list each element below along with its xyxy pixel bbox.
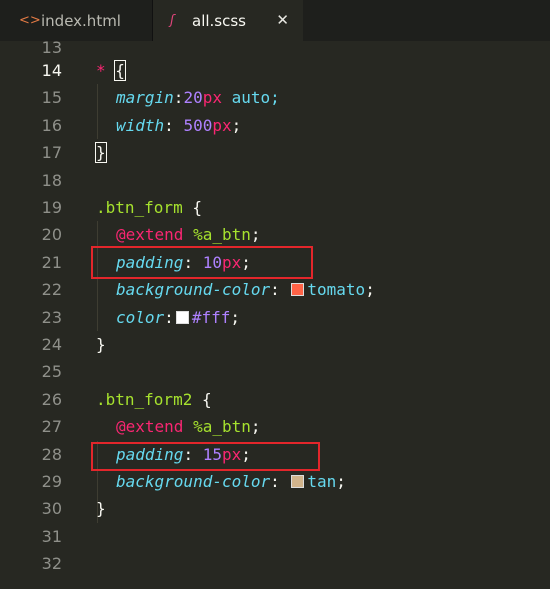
- line-number: 18: [41, 170, 62, 190]
- property-name: margin: [116, 88, 174, 108]
- class-selector: .btn_form2: [96, 389, 193, 409]
- close-brace: }: [96, 499, 106, 519]
- code-line-20: @extend %a_btn;: [116, 221, 261, 248]
- number: 20: [183, 88, 203, 108]
- unit: px: [202, 88, 222, 108]
- line-number: 32: [41, 554, 62, 574]
- line-number: 29: [41, 472, 62, 491]
- code-line-23: color: #fff;: [116, 304, 240, 331]
- code-line-15: margin:20px auto;: [116, 84, 280, 111]
- semicolon: ;: [336, 472, 346, 491]
- placeholder-selector: %a_btn: [183, 225, 251, 245]
- indent-guide: [97, 84, 98, 140]
- tab-all-scss[interactable]: ʃ all.scss ✕: [153, 0, 303, 41]
- code-line-26: .btn_form2 {: [96, 386, 212, 413]
- code-line-17: }: [95, 139, 107, 166]
- line-number: 27: [41, 417, 62, 437]
- line-number: 25: [41, 362, 62, 382]
- colon: :: [164, 115, 184, 135]
- at-rule: @extend: [116, 417, 184, 437]
- color-swatch-tomato: [291, 283, 305, 297]
- semicolon: ;: [231, 115, 242, 135]
- html-file-icon: <>: [19, 13, 41, 28]
- open-brace-cursor: {: [114, 60, 126, 81]
- colon: :: [270, 280, 290, 300]
- color-value: tomato: [307, 280, 366, 300]
- tab-bar: <> index.html ʃ all.scss ✕: [0, 0, 550, 41]
- colon: :: [173, 88, 184, 108]
- line-number: 17: [41, 143, 62, 163]
- sass-file-icon: ʃ: [170, 13, 175, 28]
- semicolon: ;: [250, 225, 261, 245]
- line-number: 28: [41, 444, 62, 464]
- code-editor[interactable]: 13 14 15 16 17 18 19 20 21 22 23 24 25 2…: [0, 38, 550, 589]
- line-number: 26: [41, 389, 62, 409]
- color-value: tan: [307, 472, 337, 491]
- line-number: 15: [41, 88, 62, 108]
- code-line-19: .btn_form {: [96, 194, 202, 221]
- colon: :: [164, 307, 174, 327]
- property-name: background-color: [116, 280, 271, 300]
- code-line-30: }: [96, 495, 106, 522]
- property-name: width: [116, 115, 165, 135]
- code-line-22: background-color: tomato;: [116, 276, 375, 303]
- line-number: 31: [41, 526, 62, 546]
- line-number: 30: [41, 499, 62, 519]
- line-number: 23: [41, 307, 62, 327]
- value-keyword: auto;: [221, 88, 280, 108]
- tab-label: all.scss: [192, 11, 246, 30]
- open-brace: {: [182, 198, 202, 217]
- color-swatch-white: [175, 310, 189, 324]
- color-swatch-tan: [291, 475, 305, 488]
- tab-label: index.html: [41, 11, 121, 30]
- unit: px: [212, 115, 232, 135]
- code-line-14: * {: [96, 57, 126, 84]
- property-name: color: [116, 307, 165, 327]
- line-number: 19: [41, 198, 62, 217]
- number: 500: [183, 115, 213, 135]
- property-name: background-color: [116, 472, 271, 491]
- class-selector: .btn_form: [96, 198, 183, 217]
- highlight-box-padding-15: [91, 442, 320, 471]
- line-number: 16: [41, 115, 62, 135]
- semicolon: ;: [365, 280, 375, 300]
- color-value: #fff: [191, 307, 231, 327]
- semicolon: ;: [230, 307, 240, 327]
- highlight-box-padding-10: [91, 246, 313, 279]
- placeholder-selector: %a_btn: [183, 417, 251, 437]
- close-brace-match: }: [95, 142, 107, 164]
- semicolon: ;: [250, 417, 261, 437]
- colon: :: [270, 472, 290, 491]
- close-brace: }: [96, 335, 106, 354]
- code-line-27: @extend %a_btn;: [116, 413, 261, 440]
- close-tab-icon[interactable]: ✕: [276, 11, 289, 29]
- line-number: 20: [41, 225, 62, 245]
- at-rule: @extend: [116, 225, 184, 245]
- line-number: 24: [41, 335, 62, 354]
- code-line-24: }: [96, 331, 106, 358]
- line-number: 22: [41, 280, 62, 300]
- open-brace: {: [192, 389, 212, 409]
- universal-selector: *: [96, 61, 106, 80]
- line-number: 21: [41, 252, 62, 272]
- code-line-16: width: 500px;: [116, 112, 241, 139]
- line-number-active: 14: [41, 61, 62, 80]
- code-line-29: background-color: tan;: [116, 468, 346, 495]
